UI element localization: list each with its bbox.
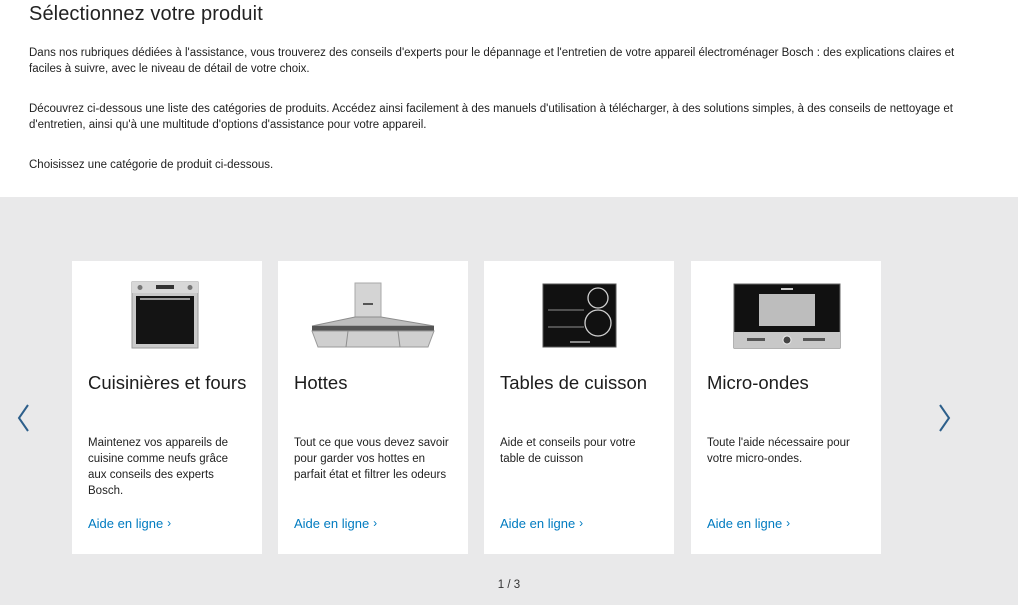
intro-paragraph-3: Choisissez une catégorie de produit ci-d… [29, 159, 274, 171]
chevron-left-icon [17, 404, 29, 432]
carousel-prev-button[interactable] [14, 402, 34, 434]
chevron-right-icon: › [373, 515, 378, 530]
online-help-link[interactable]: Aide en ligne › [500, 516, 583, 531]
online-help-link[interactable]: Aide en ligne › [707, 516, 790, 531]
cooktop-image [542, 283, 617, 348]
link-label: Aide en ligne [500, 516, 576, 531]
card-description: Aide et conseils pour votre table de cui… [500, 437, 636, 465]
card-title: Cuisinières et fours [88, 372, 247, 393]
link-label: Aide en ligne [707, 516, 783, 531]
chevron-right-icon: › [786, 515, 791, 530]
page-title: Sélectionnez votre produit [29, 3, 263, 25]
carousel-next-button[interactable] [934, 402, 954, 434]
product-card-ovens[interactable]: Cuisinières et fours Maintenez vos appar… [72, 261, 262, 554]
product-card-microwaves[interactable]: Micro-ondes Toute l'aide nécessaire pour… [691, 261, 881, 554]
chevron-right-icon: › [579, 515, 584, 530]
chevron-right-icon: › [167, 515, 172, 530]
intro-section: Sélectionnez votre produit Dans nos rubr… [0, 0, 1018, 197]
card-title: Hottes [294, 372, 348, 393]
intro-paragraph-1: Dans nos rubriques dédiées à l'assistanc… [29, 47, 955, 75]
online-help-link[interactable]: Aide en ligne › [294, 516, 377, 531]
carousel-pagination: 1 / 3 [497, 579, 521, 591]
product-card-cooktops[interactable]: Tables de cuisson Aide et conseils pour … [484, 261, 674, 554]
card-description: Toute l'aide nécessaire pour votre micro… [707, 437, 850, 465]
card-description: Tout ce que vous devez savoir pour garde… [294, 437, 449, 481]
oven-image [131, 281, 199, 349]
link-label: Aide en ligne [294, 516, 370, 531]
microwave-image [733, 283, 841, 349]
chevron-right-icon [939, 404, 951, 432]
online-help-link[interactable]: Aide en ligne › [88, 516, 171, 531]
product-carousel: Cuisinières et fours Maintenez vos appar… [0, 197, 1018, 605]
link-label: Aide en ligne [88, 516, 164, 531]
product-card-hoods[interactable]: Hottes Tout ce que vous devez savoir pou… [278, 261, 468, 554]
hood-image [311, 282, 435, 348]
card-title: Micro-ondes [707, 372, 809, 393]
intro-paragraph-2: Découvrez ci-dessous une liste des catég… [29, 103, 953, 131]
card-description: Maintenez vos appareils de cuisine comme… [88, 437, 228, 497]
card-title: Tables de cuisson [500, 372, 648, 393]
